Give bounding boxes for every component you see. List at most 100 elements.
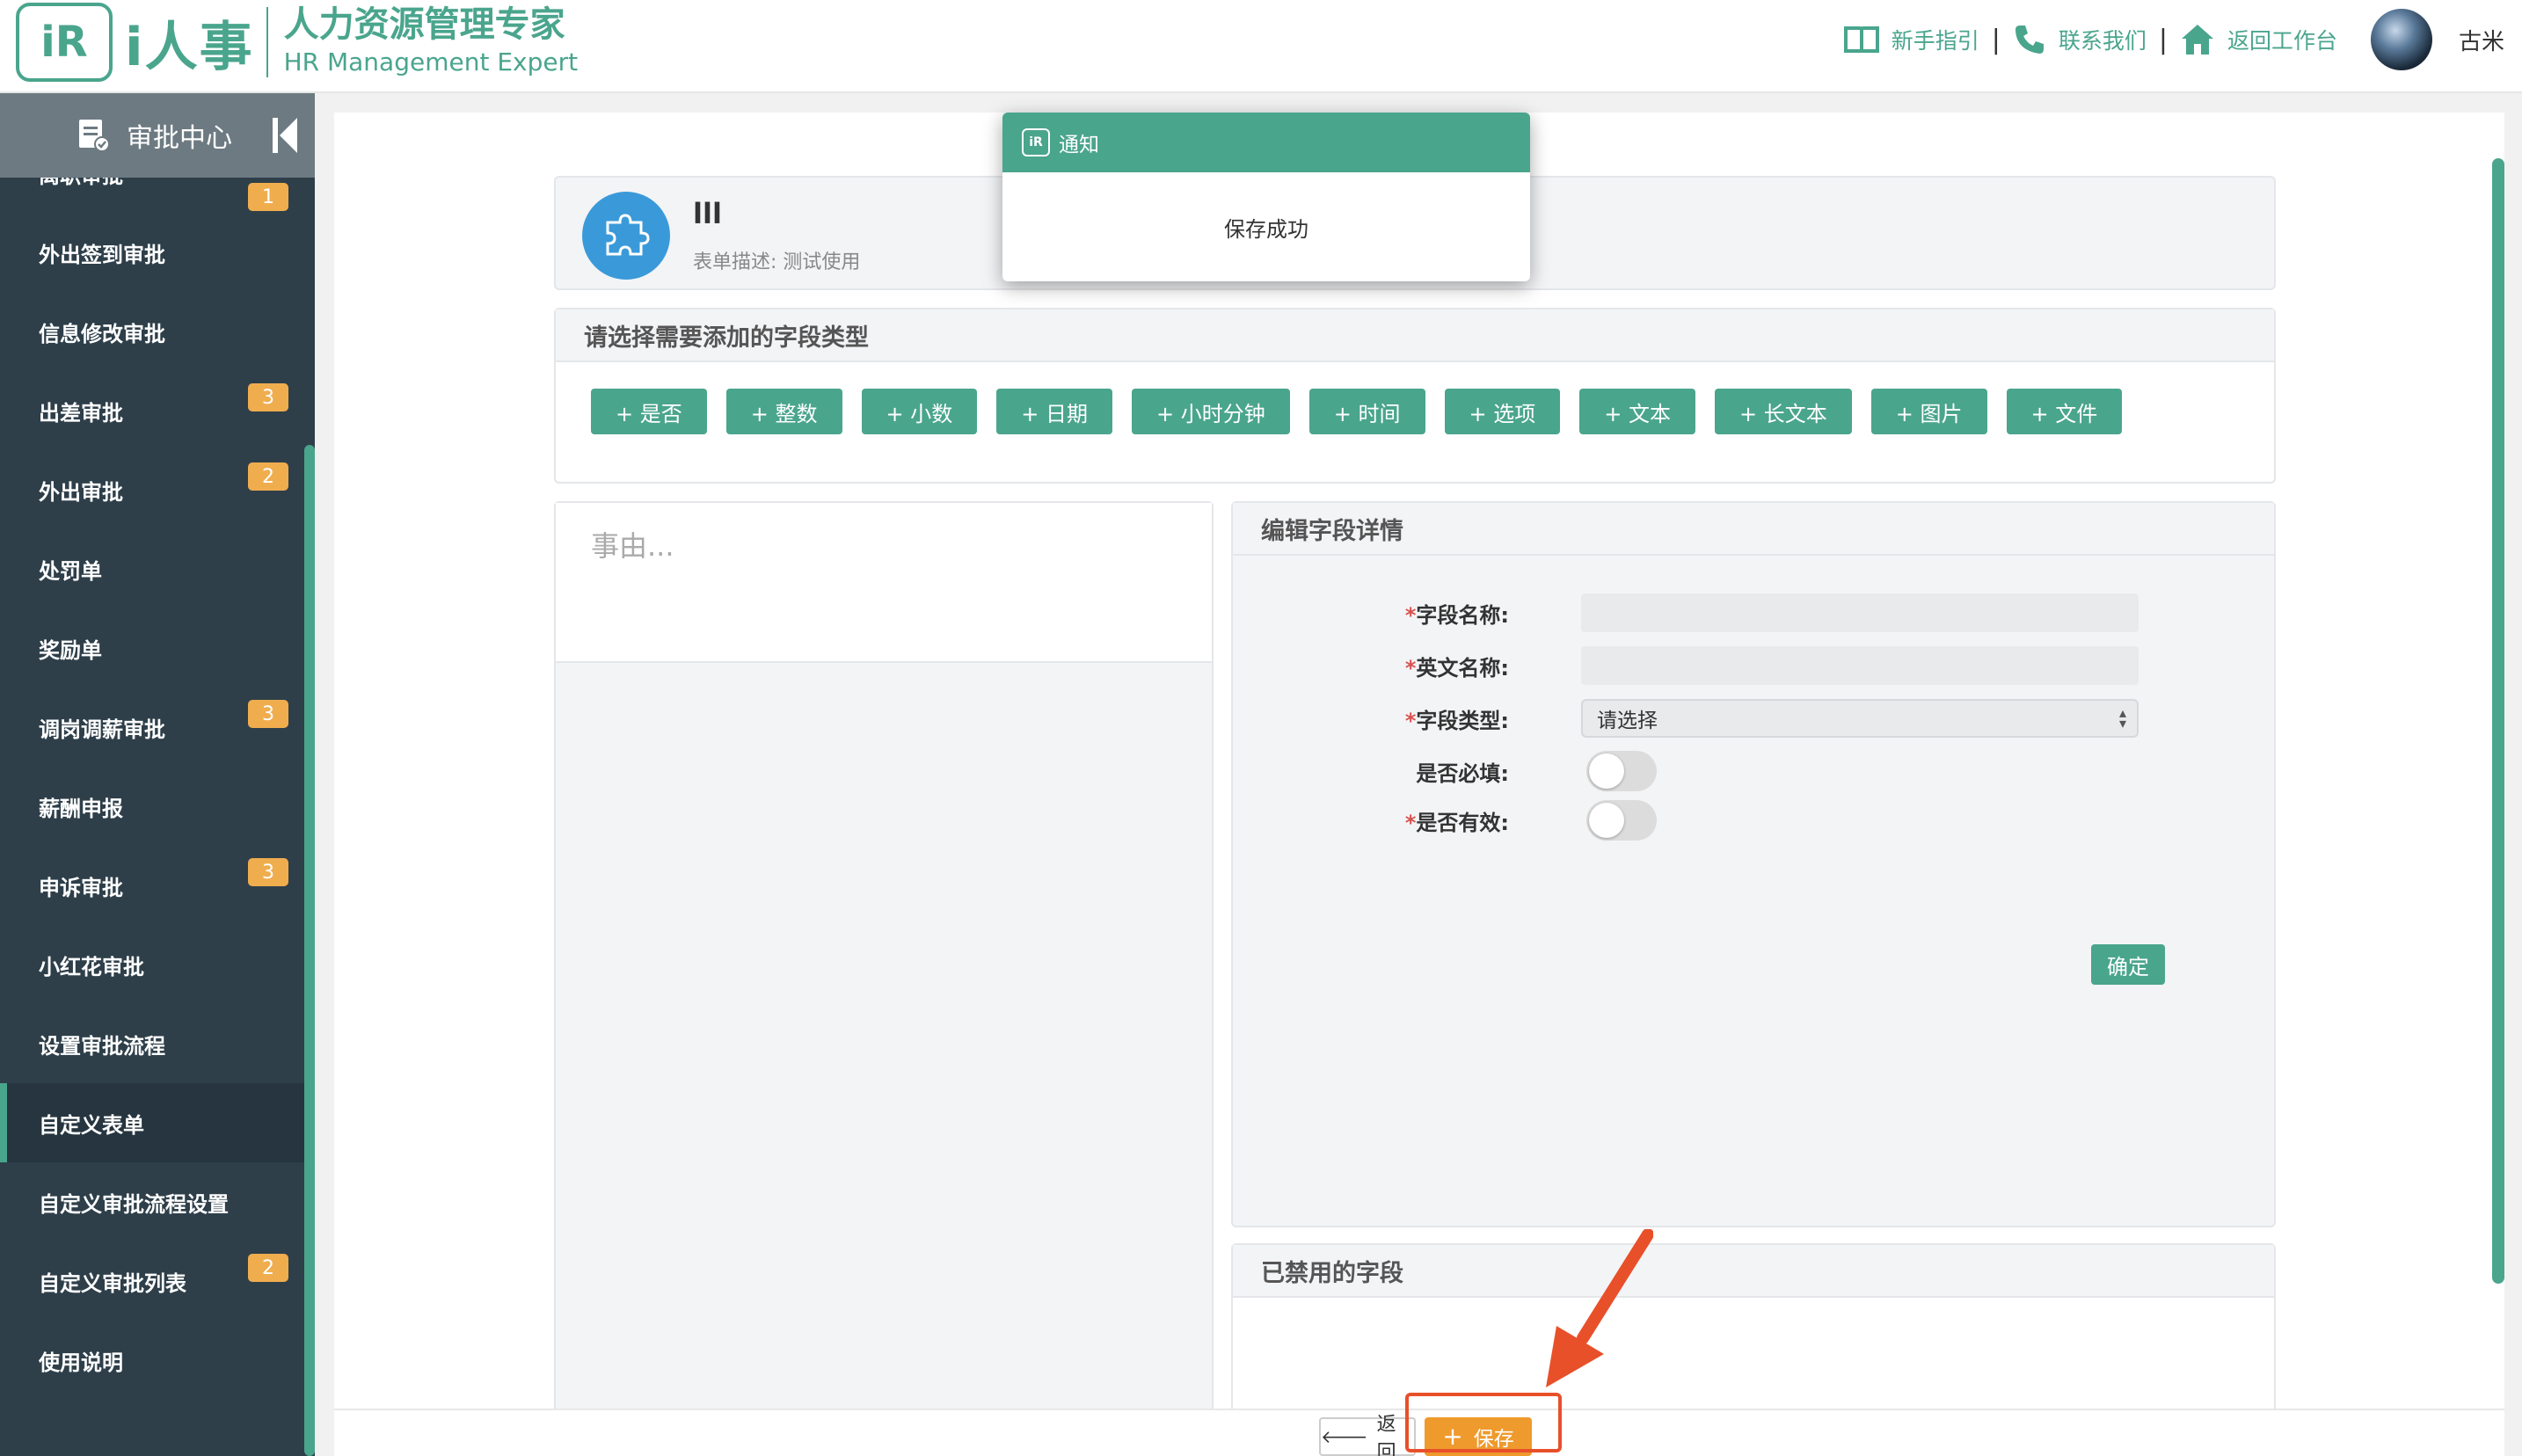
required-toggle[interactable] xyxy=(1586,751,1657,791)
add-long-text-button[interactable]: + 长文本 xyxy=(1715,389,1852,434)
count-badge: 2 xyxy=(248,462,288,491)
sidebar-item-label: 薪酬申报 xyxy=(39,796,123,821)
approval-doc-icon xyxy=(79,120,110,152)
workbench-link[interactable]: 返回工作台 xyxy=(2180,23,2337,56)
collapse-sidebar-icon[interactable] xyxy=(271,116,299,155)
workbench-link-label: 返回工作台 xyxy=(2227,28,2337,54)
toast-title: 通知 xyxy=(1059,134,1099,157)
en-name-input[interactable] xyxy=(1581,646,2139,685)
sidebar-item-business-trip[interactable]: 出差审批 3 xyxy=(0,371,304,450)
sidebar-item-instructions[interactable]: 使用说明 xyxy=(0,1321,304,1400)
toast-message: 保存成功 xyxy=(1224,216,1308,242)
logo[interactable]: iR i人事 人力资源管理专家 HR Management Expert xyxy=(16,0,578,84)
highlight-box xyxy=(1405,1393,1562,1452)
sidebar-item-label: 外出审批 xyxy=(39,479,123,505)
home-icon xyxy=(2181,25,2213,55)
edit-field-body: *字段名称: *英文名称: *字段类型: 请选择 ▴ ▾ 是否必填: *是否有效: … xyxy=(1233,557,2274,1226)
sidebar-title: 审批中心 xyxy=(127,123,232,154)
back-button[interactable]: 🡐 返回 xyxy=(1319,1414,1416,1456)
guide-link[interactable]: 新手指引 xyxy=(1843,24,1979,55)
add-image-button[interactable]: + 图片 xyxy=(1870,389,1987,434)
sidebar-scrollbar[interactable] xyxy=(304,445,315,1456)
add-boolean-button[interactable]: + 是否 xyxy=(591,389,707,434)
sidebar-item-label: 信息修改审批 xyxy=(39,321,165,346)
sidebar-item-custom-approval-list[interactable]: 自定义审批列表 2 xyxy=(0,1241,304,1321)
required-label: 是否必填: xyxy=(1416,761,1509,786)
confirm-button[interactable]: 确定 xyxy=(2091,944,2165,985)
field-types-panel: 请选择需要添加的字段类型 + 是否 + 整数 + 小数 + 日期 + 小时分钟 … xyxy=(554,308,2276,484)
add-option-button[interactable]: + 选项 xyxy=(1444,389,1561,434)
sidebar-item-appeal[interactable]: 申诉审批 3 xyxy=(0,846,304,925)
sidebar: 离职审批1 外出签到审批 信息修改审批 出差审批3 外出审批2 处罚单 奖励单 … xyxy=(0,93,315,1456)
count-badge: 3 xyxy=(248,383,288,411)
en-name-row: *英文名称: xyxy=(1233,644,2274,688)
valid-toggle[interactable] xyxy=(1586,800,1657,841)
sidebar-item-custom-form[interactable]: 自定义表单 xyxy=(0,1083,304,1162)
sidebar-item-penalty[interactable]: 处罚单 xyxy=(0,529,304,608)
field-types-heading: 请选择需要添加的字段类型 xyxy=(556,309,2274,362)
sidebar-item-outing[interactable]: 外出审批 2 xyxy=(0,450,304,529)
logo-divider xyxy=(266,7,268,77)
sidebar-item-approval-flow[interactable]: 设置审批流程 xyxy=(0,1004,304,1083)
field-type-select[interactable]: 请选择 ▴ ▾ xyxy=(1581,699,2139,738)
puzzle-icon xyxy=(582,192,670,280)
add-file-button[interactable]: + 文件 xyxy=(2006,389,2123,434)
contact-link[interactable]: 联系我们 xyxy=(2013,23,2147,56)
field-name-label: *字段名称: xyxy=(1404,602,1509,628)
sidebar-item-transfer-salary[interactable]: 调岗调薪审批 3 xyxy=(0,688,304,767)
field-type-value: 请选择 xyxy=(1597,710,1658,732)
logo-title-en: HR Management Expert xyxy=(283,47,579,76)
sidebar-item-info-change[interactable]: 信息修改审批 xyxy=(0,292,304,371)
sidebar-item-reward[interactable]: 奖励单 xyxy=(0,608,304,688)
sidebar-item-salary-report[interactable]: 薪酬申报 xyxy=(0,767,304,846)
reason-placeholder: 事由... xyxy=(591,529,674,563)
add-integer-button[interactable]: + 整数 xyxy=(725,389,842,434)
toast-header: iR 通知 xyxy=(1002,113,1530,172)
edit-field-heading: 编辑字段详情 xyxy=(1233,503,2274,556)
notification-toast: iR 通知 保存成功 xyxy=(1002,113,1530,281)
book-icon xyxy=(1843,26,1879,54)
add-decimal-button[interactable]: + 小数 xyxy=(861,389,978,434)
add-time-button[interactable]: + 时间 xyxy=(1308,389,1425,434)
sidebar-header: 审批中心 xyxy=(0,93,315,178)
field-name-input[interactable] xyxy=(1581,593,2139,632)
sidebar-item-label: 设置审批流程 xyxy=(39,1033,165,1059)
form-preview-panel: 事由... xyxy=(554,501,1214,1456)
guide-link-label: 新手指引 xyxy=(1891,28,1979,54)
username[interactable]: 古米 xyxy=(2459,24,2504,56)
sidebar-item-label: 处罚单 xyxy=(39,558,102,584)
sidebar-item-custom-flow-settings[interactable]: 自定义审批流程设置 xyxy=(0,1162,304,1241)
count-badge: 3 xyxy=(248,858,288,886)
select-arrows-icon: ▴ ▾ xyxy=(2118,704,2126,732)
sidebar-item-label: 调岗调薪审批 xyxy=(39,717,165,742)
app-root: iR i人事 人力资源管理专家 HR Management Expert 新手指… xyxy=(0,0,2522,1456)
field-type-label: *字段类型: xyxy=(1404,708,1509,733)
add-date-button[interactable]: + 日期 xyxy=(996,389,1112,434)
content-scrollbar[interactable] xyxy=(2492,158,2504,1284)
sidebar-item-label: 自定义表单 xyxy=(39,1112,144,1138)
sidebar-item-outing-checkin[interactable]: 外出签到审批 xyxy=(0,213,304,292)
logo-text: 人力资源管理专家 HR Management Expert xyxy=(284,4,579,80)
separator: | xyxy=(2158,24,2168,55)
add-hour-minute-button[interactable]: + 小时分钟 xyxy=(1132,389,1290,434)
separator: | xyxy=(1991,24,2001,55)
contact-link-label: 联系我们 xyxy=(2058,28,2147,54)
required-row: 是否必填: xyxy=(1233,749,2274,793)
form-title: lll xyxy=(693,197,722,230)
avatar[interactable] xyxy=(2370,9,2432,70)
sidebar-item-label: 外出签到审批 xyxy=(39,242,165,267)
logo-mark: iR xyxy=(16,3,113,82)
top-header: iR i人事 人力资源管理专家 HR Management Expert 新手指… xyxy=(0,0,2522,93)
form-description: 表单描述: 测试使用 xyxy=(693,251,861,273)
field-name-row: *字段名称: xyxy=(1233,591,2274,635)
sidebar-item-label: 申诉审批 xyxy=(39,875,123,900)
add-text-button[interactable]: + 文本 xyxy=(1579,389,1695,434)
sidebar-item-label: 出差审批 xyxy=(39,400,123,426)
count-badge: 2 xyxy=(248,1254,288,1282)
reason-field[interactable]: 事由... xyxy=(556,503,1212,663)
sidebar-item-label: 奖励单 xyxy=(39,637,102,663)
sidebar-item-label: 自定义审批列表 xyxy=(39,1270,186,1296)
sidebar-item-label: 小红花审批 xyxy=(39,954,144,979)
field-type-row: *字段类型: 请选择 ▴ ▾ xyxy=(1233,696,2274,740)
sidebar-item-red-flower[interactable]: 小红花审批 xyxy=(0,925,304,1004)
